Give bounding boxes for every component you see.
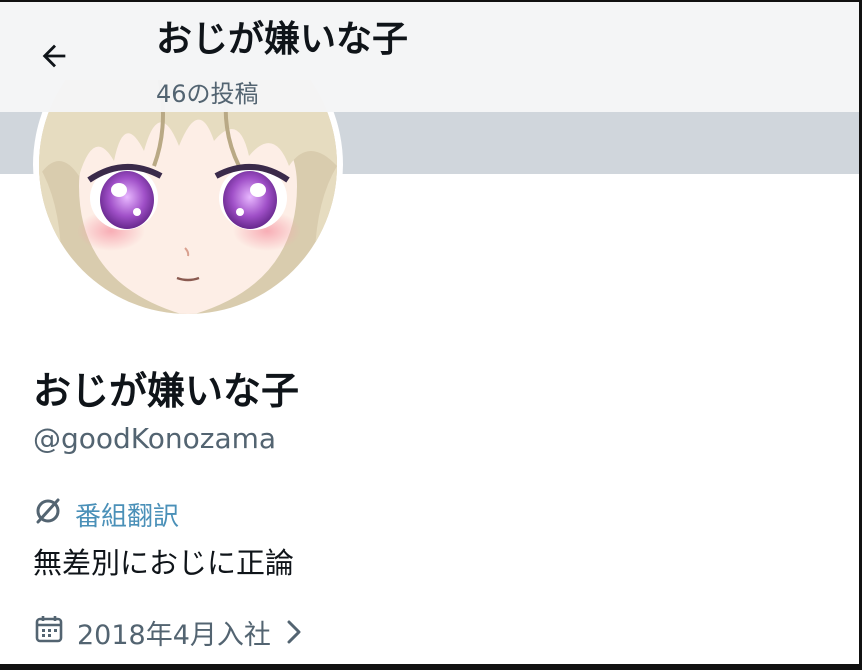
- frame-bottom-edge: [0, 664, 862, 670]
- no-entry-circle-icon: [33, 496, 63, 533]
- avatar-container[interactable]: [33, 80, 343, 320]
- frame-top-edge: [0, 0, 862, 2]
- profile-handle: @goodKonozama: [33, 422, 277, 455]
- profile-bio: 無差別におじに正論: [33, 546, 295, 580]
- back-button[interactable]: [26, 30, 82, 86]
- joined-date[interactable]: 2018年4月入社: [33, 612, 307, 652]
- profile-display-name: おじが嫌いな子: [33, 369, 300, 413]
- header-title: おじが嫌いな子: [156, 19, 409, 60]
- profile-header-bar: おじが嫌いな子 46の投稿: [0, 2, 859, 112]
- joined-label: 2018年4月入社: [77, 619, 271, 651]
- arrow-left-icon: [37, 39, 71, 77]
- calendar-icon: [33, 613, 65, 652]
- affiliation-label: 番組翻訳: [75, 501, 180, 532]
- chevron-right-icon: [281, 617, 307, 647]
- profile-screen: おじが嫌いな子 46の投稿 おじが嫌いな子 @goodKonozama 番組翻訳…: [0, 0, 862, 670]
- affiliation-link[interactable]: 番組翻訳: [33, 494, 179, 534]
- header-post-count: 46の投稿: [156, 80, 259, 108]
